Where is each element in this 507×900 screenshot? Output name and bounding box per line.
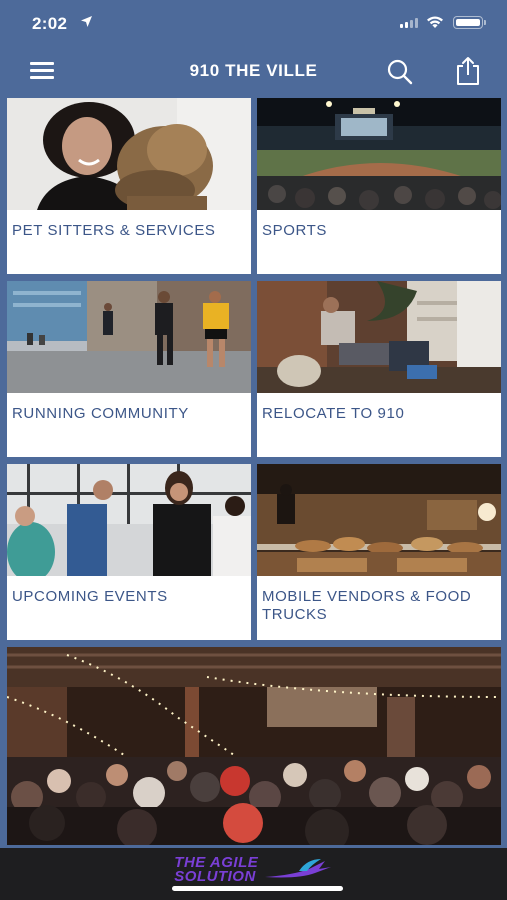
tile-label: UPCOMING EVENTS bbox=[12, 588, 168, 605]
relocate-photo bbox=[257, 281, 501, 393]
signal-icon bbox=[400, 18, 418, 28]
footer-bar: THE AGILE SOLUTION bbox=[0, 848, 507, 900]
food-vendors-photo bbox=[257, 464, 501, 576]
status-bar: 2:02 bbox=[0, 0, 507, 48]
tile-sports[interactable]: SPORTS bbox=[257, 98, 501, 274]
tile-mobile-vendors[interactable]: MOBILE VENDORS & FOOD TRUCKS bbox=[257, 464, 501, 640]
events-photo bbox=[7, 464, 251, 576]
pet-sitters-photo bbox=[7, 98, 251, 210]
page-title: 910 THE VILLE bbox=[189, 61, 318, 80]
tile-label: MOBILE VENDORS & FOOD TRUCKS bbox=[262, 588, 472, 623]
tile-relocate[interactable]: RELOCATE TO 910 bbox=[257, 281, 501, 457]
home-indicator bbox=[172, 886, 343, 891]
running-photo bbox=[7, 281, 251, 393]
wifi-icon bbox=[427, 16, 443, 28]
agile-solution-logo[interactable]: THE AGILE SOLUTION bbox=[0, 855, 507, 885]
tile-label: PET SITTERS & SERVICES bbox=[12, 222, 216, 239]
tile-label: RUNNING COMMUNITY bbox=[12, 405, 189, 422]
nav-bar: 910 THE VILLE bbox=[0, 48, 507, 94]
battery-icon bbox=[453, 16, 486, 29]
tile-upcoming-events[interactable]: UPCOMING EVENTS bbox=[7, 464, 251, 640]
tile-label: RELOCATE TO 910 bbox=[262, 405, 405, 422]
share-icon[interactable] bbox=[455, 56, 481, 86]
tile-pet-sitters[interactable]: PET SITTERS & SERVICES bbox=[7, 98, 251, 274]
search-icon[interactable] bbox=[386, 58, 414, 86]
tile-running-community[interactable]: RUNNING COMMUNITY bbox=[7, 281, 251, 457]
location-arrow-icon bbox=[81, 16, 92, 27]
community-banner-photo[interactable] bbox=[7, 647, 501, 845]
status-time: 2:02 bbox=[32, 14, 68, 33]
logo-line-2: SOLUTION bbox=[174, 868, 256, 885]
tile-label: SPORTS bbox=[262, 222, 328, 239]
sports-photo bbox=[257, 98, 501, 210]
hummingbird-icon bbox=[264, 859, 331, 878]
